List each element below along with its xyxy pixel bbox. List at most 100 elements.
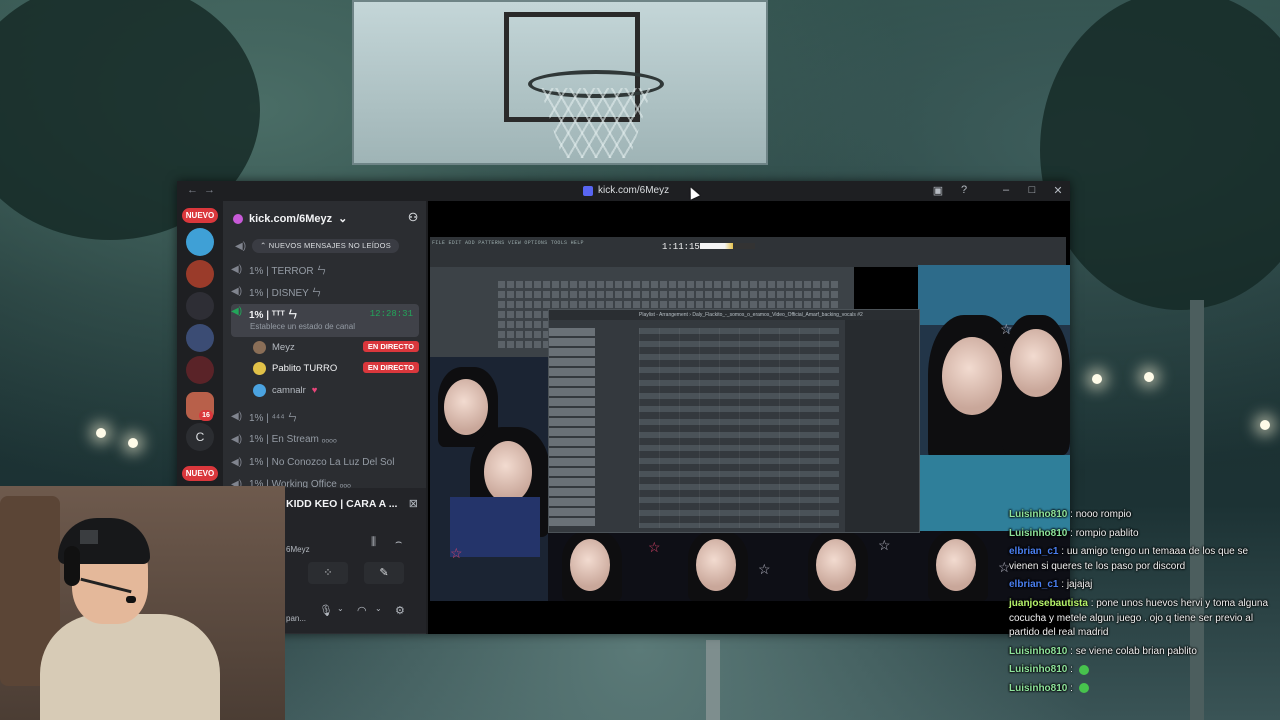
help-icon[interactable]: ? [958,184,970,197]
chat-username[interactable]: juanjosebautista [1009,598,1088,609]
screen-share-button[interactable]: ✎ [364,562,404,584]
invite-people-icon[interactable]: ⚇ [408,211,418,224]
emote-icon [1078,664,1089,675]
speaker-icon: ◀) [231,433,243,445]
chevron-up-icon: ⌃ [260,241,269,250]
chat-message: Luisinho810 : se viene colab brian pabli… [1003,643,1279,662]
voice-channel[interactable]: ◀) 1% | DISNEY ㄣ [231,282,419,300]
voice-user[interactable]: camnalr ♥ [253,380,423,400]
new-badge[interactable]: NUEVO [182,466,218,481]
window-title-text: kick.com/6Meyz [598,185,670,196]
chat-username[interactable]: Luisinho810 [1009,683,1067,694]
avatar [253,340,266,354]
maximize-icon[interactable]: □ [1026,184,1038,197]
server-icon[interactable] [186,356,214,384]
live-badge: EN DIRECTO [362,341,419,352]
activities-button[interactable]: ⁘ [308,562,348,584]
new-messages-label: NUEVOS MENSAJES NO LEÍDOS [268,241,391,250]
voice-channel[interactable]: ◀) 1% | ⁴⁴⁴ ㄣ [231,407,419,425]
voice-user[interactable]: Pablito TURRO EN DIRECTO [253,358,423,378]
heart-icon: ♥ [311,384,318,396]
minimize-icon[interactable]: – [1000,184,1012,197]
street-lamp [1092,374,1102,384]
voice-channel-active[interactable]: ◀) 1% | ᵀᵀᵀ ㄣ 12:28:31 Establece un esta… [231,304,419,337]
server-icon[interactable] [186,260,214,288]
daw-song-position: 1:11:15 [662,242,700,252]
voice-channel[interactable]: ◀) 1% | TERROR ㄣ [231,260,419,278]
headset-icon [64,546,80,586]
back-arrow-icon[interactable]: ← [187,184,204,196]
chat-username[interactable]: Luisinho810 [1009,509,1067,520]
chat-message: Luisinho810 : [1003,661,1279,680]
chat-username[interactable]: Luisinho810 [1009,528,1067,539]
disconnect-icon[interactable]: ⌢ [395,536,402,549]
live-badge: EN DIRECTO [362,362,419,373]
photo-collage-bottom: ☆ ☆ ☆ ☆ [548,531,1070,601]
chat-text: : rompio pablito [1070,527,1139,539]
voice-server-name: 6Meyz [286,545,310,554]
close-activity-icon[interactable]: ⊠ [409,497,418,510]
chat-text: : jajajaj [1061,579,1093,591]
microphone-icon[interactable]: 🎙 [319,604,333,617]
close-icon[interactable]: ✕ [1052,184,1064,197]
daw-toolbar: FILE EDIT ADD PATTERNS VIEW OPTIONS TOOL… [430,237,1066,267]
chat-username[interactable]: elbrian_c1 [1009,579,1058,590]
street-lamp [1144,372,1154,382]
headphones-icon[interactable]: ◠ [357,604,367,617]
streamer-torso [40,614,220,720]
speaker-icon: ◀) [231,285,243,297]
voice-channel[interactable]: ◀) 1% | En Stream ₒₒₒₒ [231,430,419,448]
server-header[interactable]: kick.com/6Meyz ⌄ ⚇ [223,201,426,233]
voice-user[interactable]: Meyz EN DIRECTO [253,337,423,357]
chat-message: Luisinho810 : [1003,680,1279,699]
user-name: Pablito TURRO [272,362,338,374]
server-icon[interactable] [186,228,214,256]
speaker-icon: ◀) [231,410,243,422]
speaker-icon: ◀) [231,306,243,317]
new-messages-pill[interactable]: ⌃ NUEVOS MENSAJES NO LEÍDOS [252,239,399,253]
chat-username[interactable]: Luisinho810 [1009,646,1067,657]
chat-username[interactable]: Luisinho810 [1009,664,1067,675]
server-icon[interactable] [186,324,214,352]
channel-name: 1% | En Stream ₒₒₒₒ [249,433,337,445]
channel-timer: 12:28:31 [369,309,413,319]
voice-channel[interactable]: ◀) 1% | No Conozco La Luz Del Sol [231,453,419,471]
gear-icon[interactable]: ⚙ [395,604,405,617]
street-lamp [128,438,138,448]
cap-logo [80,530,98,544]
soundboard-icon[interactable]: ⫼ [371,536,376,549]
star-icon: ☆ [648,539,661,555]
speaker-icon: ◀) [231,263,243,275]
speaker-icon: ◀) [231,456,243,468]
headset-mic [126,596,136,603]
inbox-icon[interactable]: ▣ [932,184,944,197]
daw-playlist-window: Playlist - Arrangement › Daly_Flackito_-… [548,309,920,533]
chevron-down-icon[interactable]: ⌄ [337,604,344,613]
server-icon[interactable] [186,292,214,320]
chat-text: : nooo rompio [1070,509,1132,520]
forward-arrow-icon[interactable]: → [204,184,221,196]
star-icon: ☆ [878,537,891,553]
chat-message: elbrian_c1 : uu amigo tengo un temaaa de… [1003,543,1279,576]
playlist-arrangement [639,328,839,528]
new-badge[interactable]: NUEVO [182,208,218,223]
playlist-side-panel [845,320,919,532]
window-controls: ▣ ? – □ ✕ [932,184,1064,197]
speaker-icon: ◀) [235,241,247,252]
voice-activity-title: KIDD KEO | CARA A ... [286,498,398,510]
discord-logo-icon [583,185,593,196]
chat-message: elbrian_c1 : jajajaj [1003,576,1279,595]
chevron-down-icon[interactable]: ⌄ [375,604,382,613]
nav-arrows[interactable]: ←→ [187,184,221,196]
chat-username[interactable]: elbrian_c1 [1009,546,1058,557]
chat-text: : [1070,682,1073,694]
channel-status-prompt[interactable]: Establece un estado de canal [250,322,355,331]
server-icon-letter[interactable]: C [186,423,214,451]
channel-name: 1% | TERROR ㄣ [249,265,327,277]
chat-text: : [1070,664,1073,676]
street-lamp [1260,420,1270,430]
webcam-overlay [0,486,285,720]
photo-collage-right [918,265,1070,545]
screen-share-view[interactable]: FILE EDIT ADD PATTERNS VIEW OPTIONS TOOL… [428,201,1070,634]
user-name: camnalr [272,384,306,396]
